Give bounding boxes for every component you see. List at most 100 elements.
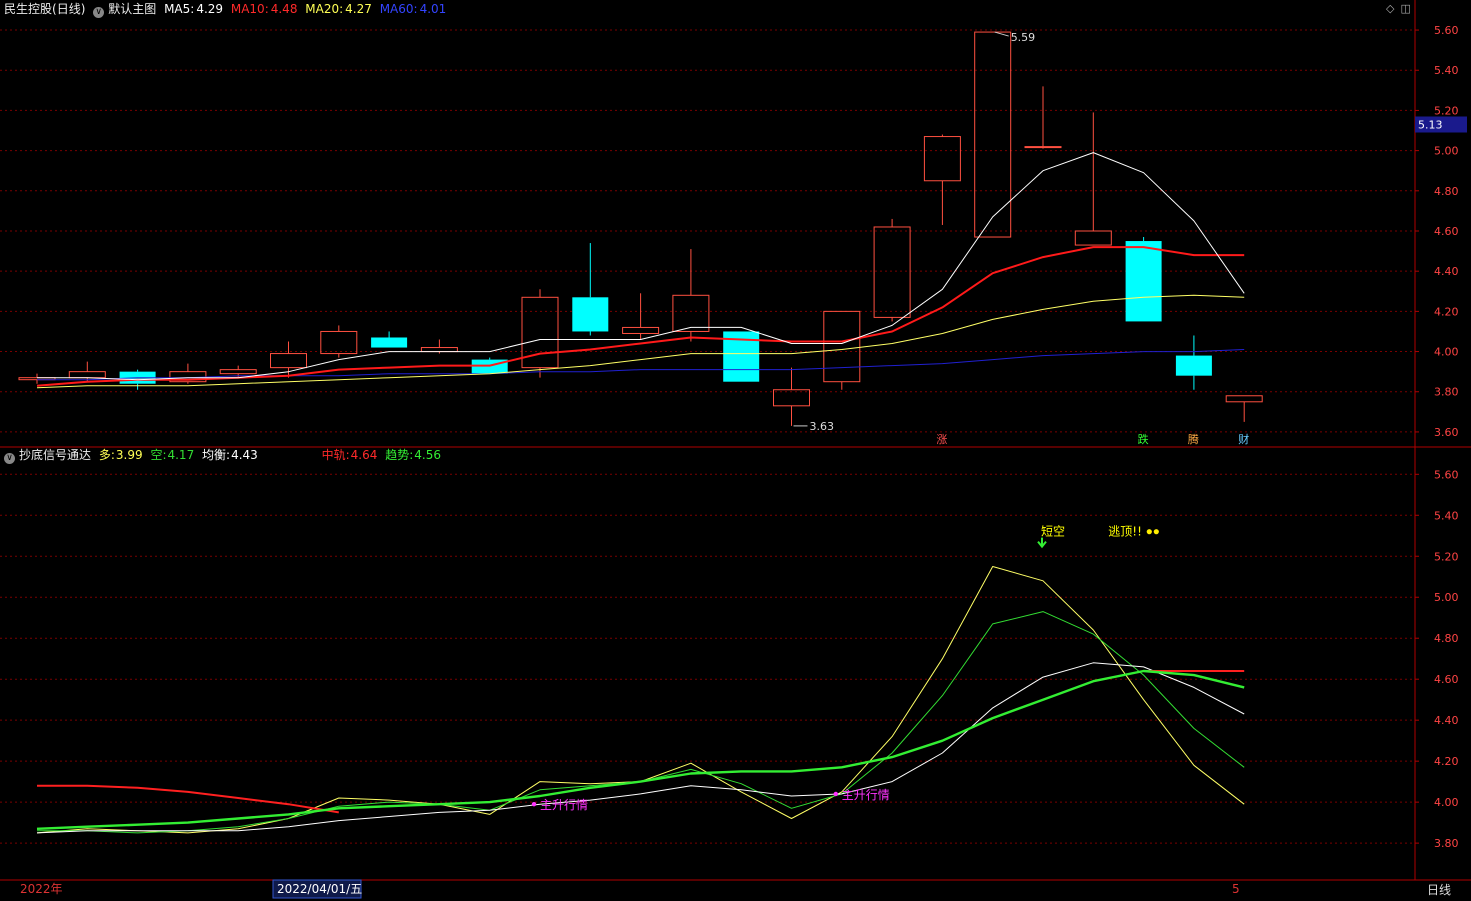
indicator-tick-label: 4.40 — [1434, 714, 1459, 727]
indicator-lines — [36, 566, 1245, 834]
signal-tag: 涨 — [936, 433, 947, 446]
candle-up — [219, 369, 257, 375]
current-price-label: 5.13 — [1418, 118, 1443, 131]
signal-label: 主升行情 — [540, 798, 588, 812]
stock-name[interactable]: 民生控股 — [4, 2, 52, 16]
price-tick-label: 5.20 — [1434, 104, 1459, 117]
period-label: (日线) — [52, 2, 86, 16]
candle-up — [823, 310, 861, 383]
ma20-value: 4.27 — [345, 2, 372, 16]
candle-up — [1225, 395, 1263, 403]
ma5-line — [37, 152, 1245, 381]
price-annotations: 5.59 3.63 涨 跌 腾 财 — [793, 31, 1249, 446]
indicator-tick-label: 4.60 — [1434, 673, 1459, 686]
indicator-grid — [0, 473, 1415, 844]
indicator-tick-label: 4.00 — [1434, 796, 1459, 809]
indicator-signals: 主升行情主升行情短空 逃顶!! — [531, 525, 1159, 812]
period-button[interactable]: 日线 — [1427, 883, 1451, 897]
price-tick-label: 5.00 — [1434, 145, 1459, 158]
price-tick-label: 4.40 — [1434, 265, 1459, 278]
template-name[interactable]: 默认主图 — [108, 2, 156, 16]
junheng-label: 均衡: — [202, 448, 231, 462]
annotation-label: 3.63 — [810, 420, 835, 433]
collapse-icon[interactable]: ∨ — [4, 453, 15, 464]
escape-label: 短空 — [1041, 525, 1065, 539]
candle-down — [1175, 355, 1212, 376]
indicator-均衡-line — [36, 662, 1245, 834]
qushi-value: 4.56 — [414, 448, 441, 462]
price-axis: 5.60 5.40 5.20 5.00 4.80 4.60 4.40 4.20 4.00 3.80… — [1415, 24, 1467, 439]
indicator-tick-label: 4.80 — [1434, 632, 1459, 645]
indicator-name[interactable]: 抄底信号通达 — [19, 448, 91, 462]
price-chart-header: 民生控股(日线) ∨ 默认主图 MA5: 4.29 MA10: 4.48 MA20: 4… — [4, 1, 450, 18]
panel-icon[interactable]: ◫ — [1400, 2, 1410, 15]
indicator-趋势-line — [36, 669, 1245, 830]
signal-dot — [1146, 529, 1152, 535]
kong-label: 空: — [150, 448, 167, 462]
price-tick-label: 4.20 — [1434, 305, 1459, 318]
candle-up — [923, 136, 961, 182]
signal-tag: 财 — [1238, 432, 1249, 446]
window-controls: ◇ ◫ — [1380, 2, 1411, 15]
zhongzhou-value: 4.64 — [350, 448, 378, 462]
indicator-header: ∨ 抄底信号通达 多:3.99 空:4.17 均衡:4.43 中轨:4.64 趋势… — [4, 447, 445, 464]
duo-label: 多: — [98, 448, 115, 462]
ma10-value: 4.48 — [270, 2, 298, 16]
annotation-label: 5.59 — [1011, 31, 1035, 44]
signal-label: 主升行情 — [842, 788, 890, 802]
ma60-label: MA60: — [379, 2, 418, 16]
signal-dot — [1153, 529, 1159, 535]
price-tick-label: 3.60 — [1434, 426, 1459, 439]
collapse-icon[interactable]: ∨ — [93, 7, 105, 18]
kong-value: 4.17 — [167, 448, 195, 462]
ma5-value: 4.29 — [196, 2, 224, 16]
price-tick-label: 5.60 — [1434, 24, 1459, 37]
price-tick-label: 4.80 — [1434, 185, 1459, 198]
price-tick-label: 5.40 — [1434, 64, 1459, 77]
signal-dot — [531, 801, 537, 807]
diamond-icon[interactable]: ◇ — [1386, 2, 1394, 15]
candle-up — [68, 371, 106, 379]
escape-label: 逃顶!! — [1108, 525, 1142, 539]
candle-down — [572, 297, 609, 332]
indicator-tick-label: 3.80 — [1434, 837, 1459, 850]
ma60-line — [37, 349, 1245, 381]
zhongzhou-label: 中轨: — [321, 448, 350, 462]
duo-value: 3.99 — [115, 448, 143, 462]
ma20-label: MA20: — [305, 2, 344, 16]
bottom-bar: 2022年 2022/04/01/五 5 日线 — [20, 879, 1451, 899]
candle-up — [1024, 146, 1062, 149]
indicator-tick-label: 5.20 — [1434, 550, 1459, 563]
candle-down — [1125, 241, 1162, 322]
candle-down — [371, 337, 408, 348]
chart-frame — [0, 0, 1471, 881]
price-tick-label: 4.00 — [1434, 346, 1459, 359]
year-label: 2022年 — [20, 882, 63, 896]
candle-up — [1074, 230, 1112, 246]
candle-up — [622, 326, 660, 334]
annotation-pointer — [994, 31, 1009, 37]
moving-average-lines — [36, 152, 1245, 389]
candlestick-series — [18, 31, 1263, 426]
cursor-date: 2022/04/01/五 — [277, 882, 362, 896]
price-tick-label: 3.80 — [1434, 386, 1459, 399]
bar-count: 5 — [1232, 882, 1240, 896]
signal-tag: 跌 — [1138, 432, 1149, 446]
ma60-value: 4.01 — [419, 2, 447, 16]
indicator-tick-label: 5.60 — [1434, 468, 1459, 481]
ma10-label: MA10: — [230, 2, 269, 16]
signal-tag: 腾 — [1188, 432, 1199, 446]
indicator-axis: 5.60 5.40 5.20 5.00 4.80 4.60 4.40 4.20 4.00 3.80 — [1415, 468, 1459, 850]
indicator-多-line — [36, 566, 1245, 834]
candle-up — [672, 294, 710, 332]
ma5-label: MA5: — [164, 2, 195, 16]
indicator-tick-label: 5.40 — [1434, 509, 1459, 522]
price-tick-label: 4.60 — [1434, 225, 1459, 238]
candle-up — [270, 353, 307, 369]
candle-up — [420, 347, 458, 353]
candle-up — [320, 330, 358, 355]
candle-up — [873, 226, 911, 318]
down-arrow-icon — [1037, 537, 1047, 549]
indicator-tick-label: 5.00 — [1434, 591, 1459, 604]
indicator-空-line — [37, 611, 1245, 834]
